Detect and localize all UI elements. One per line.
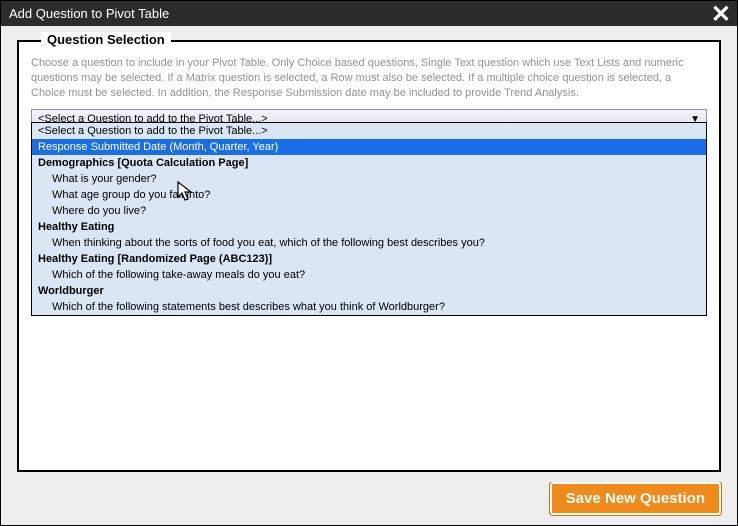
option-age-group[interactable]: What age group do you fall into? — [32, 187, 706, 203]
save-new-question-button[interactable]: Save New Question — [550, 482, 721, 515]
dialog: Add Question to Pivot Table ✕ Question S… — [0, 0, 738, 526]
option-takeaway-meals[interactable]: Which of the following take-away meals d… — [32, 267, 706, 283]
dialog-title: Add Question to Pivot Table — [9, 6, 169, 21]
dialog-button-row: Save New Question — [1, 482, 737, 525]
option-group-demographics[interactable]: Demographics [Quota Calculation Page] — [32, 155, 706, 171]
dialog-titlebar: Add Question to Pivot Table ✕ — [1, 1, 737, 26]
help-text: Choose a question to include in your Piv… — [31, 56, 707, 101]
option-response-date[interactable]: Response Submitted Date (Month, Quarter,… — [32, 139, 706, 155]
fieldset-legend: Question Selection — [41, 32, 171, 47]
dialog-body: Question Selection Choose a question to … — [1, 26, 737, 482]
option-group-worldburger[interactable]: Worldburger — [32, 283, 706, 299]
option-food-describes[interactable]: When thinking about the sorts of food yo… — [32, 235, 706, 251]
option-where-live[interactable]: Where do you live? — [32, 203, 706, 219]
question-selection-fieldset: Question Selection Choose a question to … — [17, 40, 721, 472]
option-worldburger-statements[interactable]: Which of the following statements best d… — [32, 299, 706, 315]
option-group-healthy-eating-randomized[interactable]: Healthy Eating [Randomized Page (ABC123)… — [32, 251, 706, 267]
option-group-healthy-eating[interactable]: Healthy Eating — [32, 219, 706, 235]
option-placeholder[interactable]: <Select a Question to add to the Pivot T… — [32, 123, 706, 139]
question-select-dropdown[interactable]: <Select a Question to add to the Pivot T… — [31, 122, 707, 316]
option-gender[interactable]: What is your gender? — [32, 171, 706, 187]
